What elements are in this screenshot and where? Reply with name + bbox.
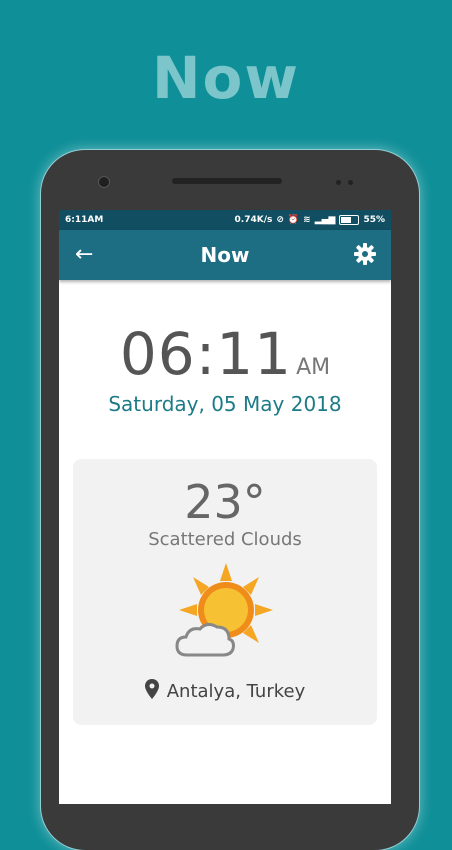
location-pin-icon (144, 679, 159, 704)
signal-icon: ▂▄▆ (314, 215, 336, 225)
network-speed: 0.74K/s (234, 215, 273, 225)
weather-card: 23° Scattered Clouds Antalya, Turkey (73, 459, 377, 725)
status-indicators: 0.74K/s ⊘ ⏰ ≋ ▂▄▆ 55% (235, 215, 385, 225)
alarm-off-icon: ⊘ (276, 215, 284, 225)
app-bar-title: Now (200, 243, 250, 267)
clock-ampm: AM (296, 355, 331, 380)
battery-percent: 55% (363, 215, 385, 225)
promo-title: Now (152, 44, 300, 112)
location-label: Antalya, Turkey (166, 681, 306, 702)
app-bar: ← Now (59, 230, 391, 280)
clock-date: Saturday, 05 May 2018 (108, 392, 342, 416)
weather-location: Antalya, Turkey (73, 679, 377, 704)
alarm-icon: ⏰ (287, 215, 300, 225)
status-time: 6:11AM (65, 215, 104, 225)
partly-cloudy-icon (173, 563, 273, 667)
phone-speaker (172, 178, 282, 184)
weather-temperature: 23° (184, 475, 266, 529)
phone-sensor (336, 180, 341, 185)
status-bar: 6:11AM 0.74K/s ⊘ ⏰ ≋ ▂▄▆ 55% (59, 210, 391, 230)
gear-icon[interactable] (353, 242, 377, 270)
phone-sensor (348, 180, 353, 185)
wifi-icon: ≋ (303, 215, 311, 225)
battery-icon (339, 215, 360, 225)
clock: 06:11 AM (59, 320, 391, 388)
phone-screen: 6:11AM 0.74K/s ⊘ ⏰ ≋ ▂▄▆ 55% ← Now 06:11… (59, 210, 391, 804)
weather-condition: Scattered Clouds (148, 529, 302, 550)
clock-time: 06:11 (119, 320, 293, 388)
phone-camera (98, 176, 110, 188)
